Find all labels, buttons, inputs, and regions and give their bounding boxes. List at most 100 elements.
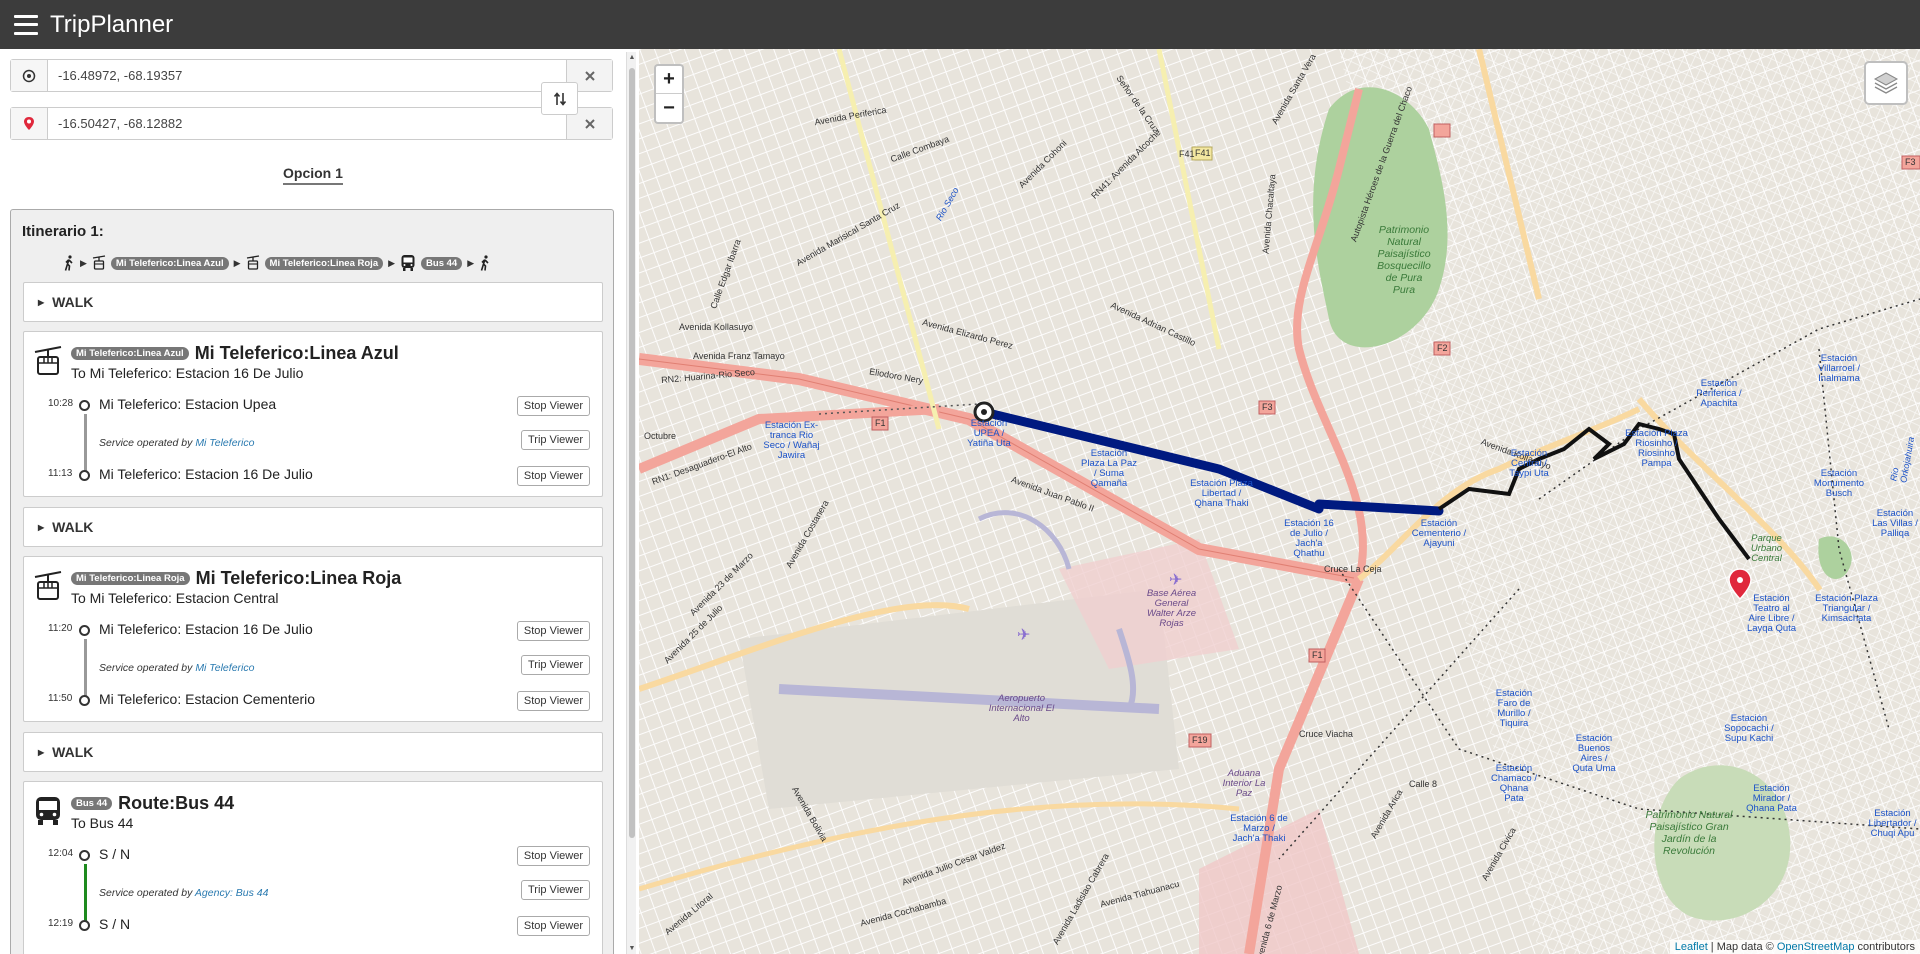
stop-marker-icon xyxy=(79,400,90,411)
stop-viewer-button[interactable]: Stop Viewer xyxy=(516,621,590,641)
stop-row-to: 12:19 S / N Stop Viewer xyxy=(24,915,602,937)
sidebar: Opcion 1 Itinerario 1: ▶ Mi Teleferico:L… xyxy=(0,49,628,954)
stop-row-to: 11:50 Mi Teleferico: Estacion Cementerio… xyxy=(24,690,602,712)
menu-icon[interactable] xyxy=(14,14,38,35)
arrow-right-icon: ▶ xyxy=(467,257,475,268)
trip-viewer-button[interactable]: Trip Viewer xyxy=(520,880,590,900)
transit-leg-linea-azul: Mi Teleferico:Linea Azul Mi Teleferico:L… xyxy=(23,331,603,497)
transit-leg-bus-44: Bus 44 Route:Bus 44 To Bus 44 12:04 S / … xyxy=(23,781,603,954)
stop-name: Mi Teleferico: Estacion 16 De Julio xyxy=(99,621,313,637)
leaflet-link[interactable]: Leaflet xyxy=(1675,941,1708,953)
caret-right-icon: ▶ xyxy=(38,297,45,307)
caret-right-icon: ▶ xyxy=(38,747,45,757)
app-title: TripPlanner xyxy=(50,10,174,38)
agency-link[interactable]: Mi Teleferico xyxy=(195,437,254,449)
route-badge: Bus 44 xyxy=(71,797,113,810)
gondola-icon xyxy=(34,346,62,375)
route-line xyxy=(84,414,87,472)
stop-time: 11:20 xyxy=(48,623,73,634)
origin-target-icon xyxy=(11,60,48,91)
stop-time: 12:19 xyxy=(48,918,74,929)
scroll-down-icon[interactable]: ▼ xyxy=(628,945,636,952)
service-prefix: Service operated by xyxy=(99,437,193,449)
destination-field xyxy=(10,107,613,140)
caret-right-icon: ▶ xyxy=(38,522,45,532)
walk-label: WALK xyxy=(52,294,94,310)
zoom-in-button[interactable]: + xyxy=(656,66,682,94)
map-tiles: ✈ ✈ xyxy=(639,49,1920,954)
stop-viewer-button[interactable]: Stop Viewer xyxy=(516,396,590,416)
top-bar: TripPlanner xyxy=(0,0,1920,49)
walk-leg-1[interactable]: ▶ WALK xyxy=(23,282,603,322)
service-prefix: Service operated by xyxy=(99,887,193,899)
arrow-right-icon: ▶ xyxy=(233,257,241,268)
service-prefix: Service operated by xyxy=(99,662,193,674)
agency-link[interactable]: Mi Teleferico xyxy=(195,662,254,674)
walk-label: WALK xyxy=(52,744,94,760)
layers-icon xyxy=(1873,72,1899,94)
stop-time: 10:28 xyxy=(48,398,74,409)
attribution-text: | Map data © xyxy=(1707,941,1777,953)
trip-viewer-button[interactable]: Trip Viewer xyxy=(520,430,590,450)
zoom-out-button[interactable]: − xyxy=(656,94,682,122)
walk-leg-3[interactable]: ▶ WALK xyxy=(23,732,603,772)
route-badge: Mi Teleferico:Linea Azul xyxy=(71,347,189,360)
destination-input[interactable] xyxy=(48,108,566,139)
stop-time: 12:04 xyxy=(48,848,74,859)
stop-marker-icon xyxy=(79,920,90,931)
scroll-up-icon[interactable]: ▲ xyxy=(628,54,636,61)
map[interactable]: ✈ ✈ Avenida Periferica Calle Combaya Ave… xyxy=(639,49,1920,954)
svg-text:✈: ✈ xyxy=(1017,625,1030,644)
route-line xyxy=(84,864,87,922)
stop-time: 11:50 xyxy=(48,693,73,704)
osm-link[interactable]: OpenStreetMap xyxy=(1777,941,1855,953)
scrollbar-thumb[interactable] xyxy=(629,68,635,838)
bus-icon xyxy=(36,797,60,825)
trip-viewer-button[interactable]: Trip Viewer xyxy=(520,655,590,675)
stop-name: S / N xyxy=(99,916,131,932)
service-operator: Service operated by Mi Teleferico xyxy=(99,437,254,449)
stop-row-from: 10:28 Mi Teleferico: Estacion Upea Stop … xyxy=(24,395,602,417)
stop-marker-icon xyxy=(79,625,90,636)
stop-viewer-button[interactable]: Stop Viewer xyxy=(516,846,590,866)
stop-viewer-button[interactable]: Stop Viewer xyxy=(516,691,590,711)
summary-pill-bus-44: Bus 44 xyxy=(421,256,463,270)
stop-viewer-button[interactable]: Stop Viewer xyxy=(516,916,590,936)
walk-leg-2[interactable]: ▶ WALK xyxy=(23,507,603,547)
itinerary-panel: Itinerario 1: ▶ Mi Teleferico:Linea Azul… xyxy=(10,209,614,954)
tab-option-1[interactable]: Opcion 1 xyxy=(283,165,343,185)
stop-marker-icon xyxy=(79,850,90,861)
stop-row-from: 12:04 S / N Stop Viewer xyxy=(24,845,602,867)
leg-header: Mi Teleferico:Linea Azul Mi Teleferico:L… xyxy=(71,343,399,364)
route-name: Mi Teleferico:Linea Roja xyxy=(195,568,402,588)
attribution-tail: contributors xyxy=(1854,941,1915,953)
summary-pill-linea-roja: Mi Teleferico:Linea Roja xyxy=(264,256,384,270)
route-line xyxy=(84,639,87,697)
swap-locations-button[interactable] xyxy=(541,82,578,115)
leg-destination: To Bus 44 xyxy=(71,815,134,831)
arrow-right-icon: ▶ xyxy=(80,257,87,268)
gondola-icon xyxy=(246,255,259,270)
service-operator: Service operated by Mi Teleferico xyxy=(99,662,254,674)
itinerary-title: Itinerario 1: xyxy=(22,223,104,240)
sidebar-scrollbar[interactable]: ▲ ▼ xyxy=(626,52,636,954)
route-name: Mi Teleferico:Linea Azul xyxy=(194,343,399,363)
close-icon xyxy=(584,70,595,81)
zoom-control: + − xyxy=(654,64,684,124)
walk-icon xyxy=(480,255,489,271)
bus-icon xyxy=(401,255,415,271)
agency-link[interactable]: Agency: Bus 44 xyxy=(195,887,269,899)
walk-label: WALK xyxy=(52,519,94,535)
layers-button[interactable] xyxy=(1864,61,1908,105)
stop-viewer-button[interactable]: Stop Viewer xyxy=(516,466,590,486)
leg-destination: To Mi Teleferico: Estacion 16 De Julio xyxy=(71,365,304,381)
gondola-icon xyxy=(34,571,62,600)
origin-input[interactable] xyxy=(48,60,566,91)
stop-name: Mi Teleferico: Estacion 16 De Julio xyxy=(99,466,313,482)
map-attribution: Leaflet | Map data © OpenStreetMap contr… xyxy=(1669,940,1920,954)
summary-pill-linea-azul: Mi Teleferico:Linea Azul xyxy=(110,256,229,270)
itinerary-summary: ▶ Mi Teleferico:Linea Azul ▶ Mi Teleferi… xyxy=(63,254,491,272)
destination-marker-icon xyxy=(11,108,48,139)
leg-header: Bus 44 Route:Bus 44 xyxy=(71,793,234,814)
svg-text:✈: ✈ xyxy=(1169,570,1182,589)
